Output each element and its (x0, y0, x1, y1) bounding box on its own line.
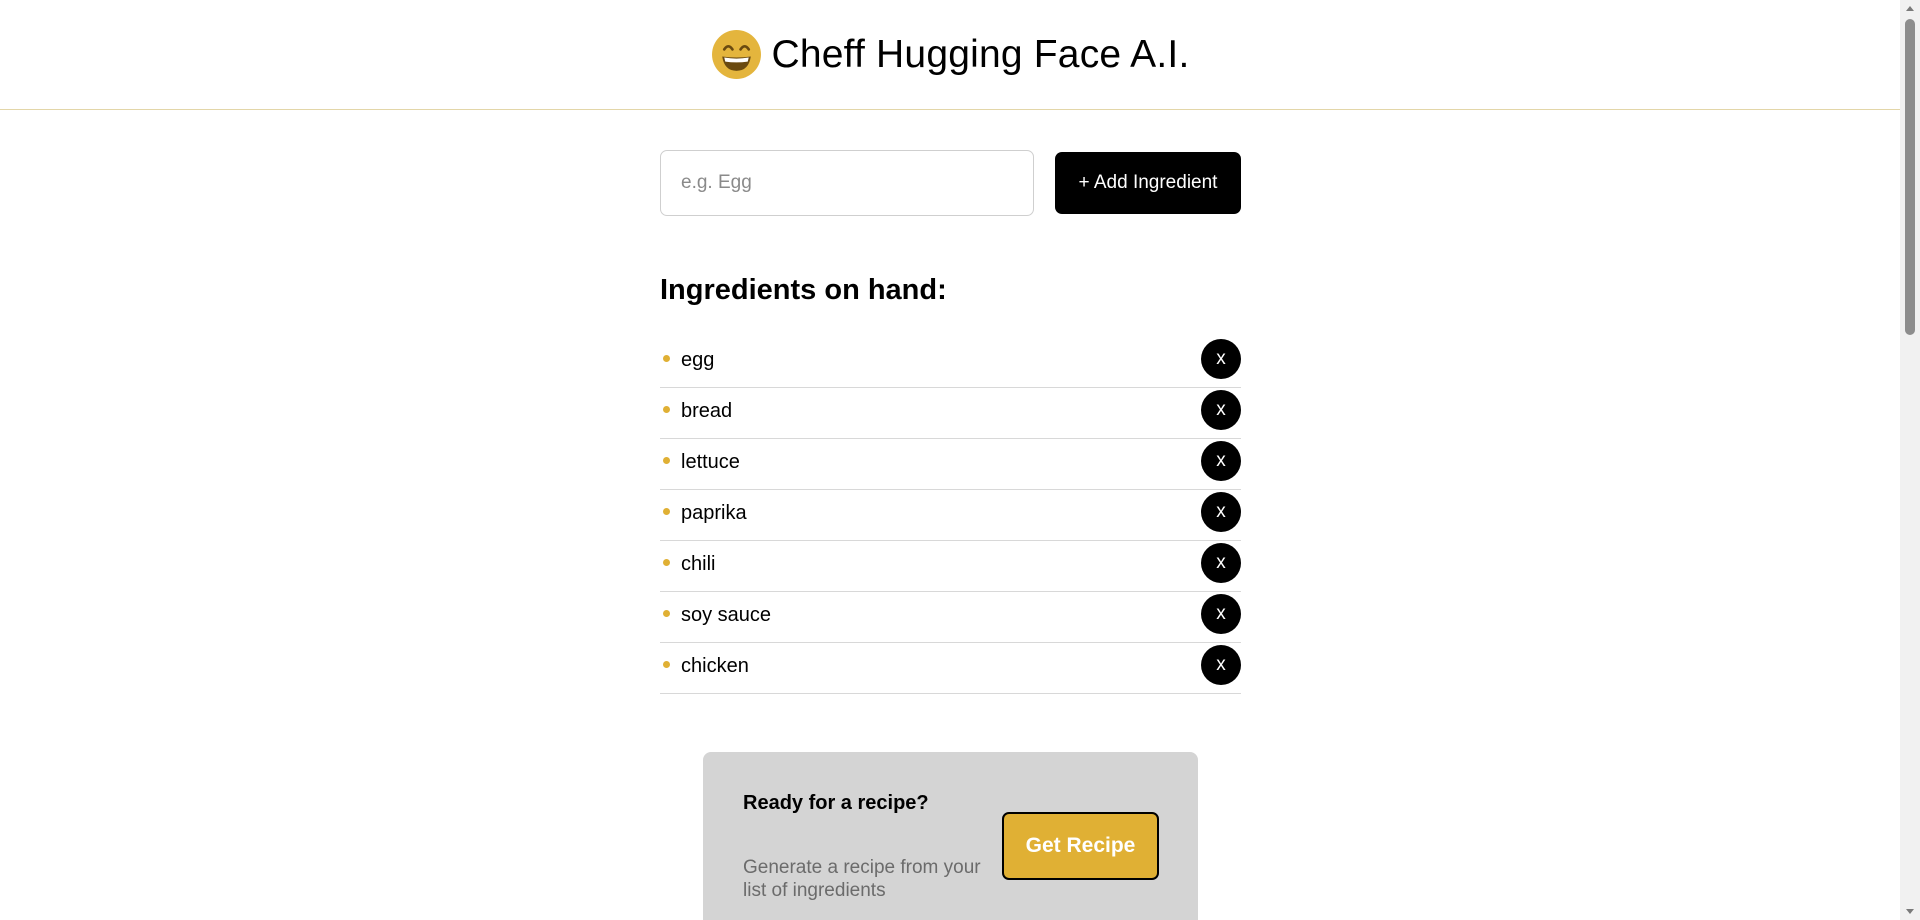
ingredient-name: chili (681, 553, 716, 575)
grinning-face-icon (711, 30, 761, 79)
bullet-icon (663, 508, 670, 515)
remove-ingredient-button[interactable]: x (1201, 543, 1241, 583)
ingredient-name: chicken (681, 655, 749, 677)
add-ingredient-button[interactable]: + Add Ingredient (1055, 152, 1241, 214)
scroll-up-arrow-icon[interactable] (1900, 0, 1920, 17)
ingredient-item: paprika x (660, 490, 1241, 541)
bullet-icon (663, 457, 670, 464)
ingredient-item: bread x (660, 388, 1241, 439)
ingredient-name: bread (681, 400, 733, 422)
ingredient-list: egg x bread x lettuce x paprika x chili (660, 337, 1241, 694)
app-header: Cheff Hugging Face A.I. (0, 0, 1900, 110)
remove-ingredient-button[interactable]: x (1201, 594, 1241, 634)
remove-ingredient-button[interactable]: x (1201, 645, 1241, 685)
ingredient-name: lettuce (681, 451, 740, 473)
ingredient-item: lettuce x (660, 439, 1241, 490)
ingredient-item: chicken x (660, 643, 1241, 694)
bullet-icon (663, 610, 670, 617)
ingredients-heading: Ingredients on hand: (660, 274, 947, 306)
ingredient-input[interactable] (660, 150, 1034, 216)
bullet-icon (663, 355, 670, 362)
scroll-down-arrow-icon[interactable] (1900, 903, 1920, 920)
bullet-icon (663, 661, 670, 668)
get-recipe-button[interactable]: Get Recipe (1002, 812, 1159, 880)
ingredient-item: chili x (660, 541, 1241, 592)
get-recipe-panel: Ready for a recipe? Generate a recipe fr… (703, 752, 1198, 920)
page-content: Cheff Hugging Face A.I. + Add Ingredient… (0, 0, 1900, 920)
ingredient-name: egg (681, 349, 715, 371)
ingredient-item: egg x (660, 337, 1241, 388)
bullet-icon (663, 559, 670, 566)
remove-ingredient-button[interactable]: x (1201, 441, 1241, 481)
app-viewport: Cheff Hugging Face A.I. + Add Ingredient… (0, 0, 1920, 920)
cta-subtitle: Generate a recipe from your list of ingr… (743, 857, 981, 901)
remove-ingredient-button[interactable]: x (1201, 390, 1241, 430)
scrollbar-thumb[interactable] (1905, 19, 1915, 335)
ingredient-name: soy sauce (681, 604, 772, 626)
bullet-icon (663, 406, 670, 413)
cta-title: Ready for a recipe? (743, 792, 929, 814)
app-title: Cheff Hugging Face A.I. (771, 32, 1190, 76)
vertical-scrollbar[interactable] (1900, 0, 1920, 920)
remove-ingredient-button[interactable]: x (1201, 492, 1241, 532)
remove-ingredient-button[interactable]: x (1201, 339, 1241, 379)
ingredient-item: soy sauce x (660, 592, 1241, 643)
ingredient-name: paprika (681, 502, 747, 524)
